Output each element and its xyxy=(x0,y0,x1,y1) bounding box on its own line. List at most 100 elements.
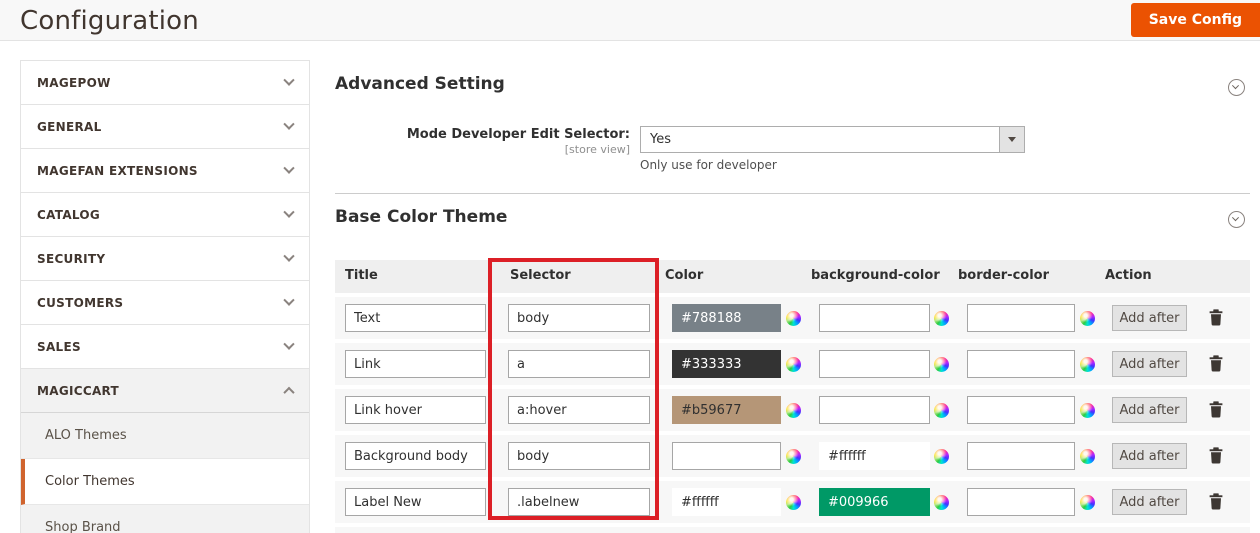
color-input[interactable] xyxy=(672,350,781,378)
main-content: Advanced Setting Mode Developer Edit Sel… xyxy=(335,60,1250,533)
color-input[interactable] xyxy=(672,488,781,516)
col-action: Action xyxy=(1105,268,1152,283)
sidebar-item-alo-themes[interactable]: ALO Themes xyxy=(21,413,309,459)
chevron-down-icon xyxy=(283,250,294,261)
color-picker-icon[interactable] xyxy=(1080,311,1095,326)
color-picker-icon[interactable] xyxy=(934,495,949,510)
title-input[interactable] xyxy=(345,442,486,470)
add-after-button[interactable]: Add after xyxy=(1112,397,1187,423)
color-input[interactable] xyxy=(672,442,781,470)
background-color-input[interactable] xyxy=(819,304,930,332)
sidebar-section-magepow[interactable]: MAGEPOW xyxy=(21,61,309,105)
trash-icon[interactable] xyxy=(1208,309,1224,326)
selector-input[interactable] xyxy=(508,396,650,424)
collapse-base-color-icon[interactable] xyxy=(1228,211,1245,228)
background-color-input[interactable] xyxy=(819,442,930,470)
border-color-input[interactable] xyxy=(967,442,1075,470)
background-color-input[interactable] xyxy=(819,350,930,378)
select-value: Yes xyxy=(650,132,671,147)
border-color-input[interactable] xyxy=(967,488,1075,516)
selector-input[interactable] xyxy=(508,442,650,470)
sidebar-section-label: MAGEFAN EXTENSIONS xyxy=(37,164,198,178)
sidebar-item-shop-brand[interactable]: Shop Brand xyxy=(21,505,309,533)
collapse-advanced-icon[interactable] xyxy=(1228,79,1245,96)
title-input[interactable] xyxy=(345,488,486,516)
color-picker-icon[interactable] xyxy=(1080,403,1095,418)
sidebar-item-color-themes[interactable]: Color Themes xyxy=(21,459,309,505)
trash-icon[interactable] xyxy=(1208,401,1224,418)
sidebar-item-label: Shop Brand xyxy=(45,520,121,533)
add-after-button[interactable]: Add after xyxy=(1112,443,1187,469)
col-title: Title xyxy=(345,268,378,283)
mode-developer-select[interactable]: Yes xyxy=(640,126,1025,153)
color-theme-rows: Add after Add after xyxy=(335,297,1250,533)
config-nav-sidebar: MAGEPOW GENERAL MAGEFAN EXTENSIONS CATALOG S… xyxy=(20,60,310,533)
title-input[interactable] xyxy=(345,304,486,332)
page-header: Configuration Save Config xyxy=(0,0,1260,41)
color-input[interactable] xyxy=(672,304,781,332)
border-color-input[interactable] xyxy=(967,304,1075,332)
sidebar-section-label: MAGEPOW xyxy=(37,76,111,90)
chevron-down-icon xyxy=(283,162,294,173)
save-config-button[interactable]: Save Config xyxy=(1131,3,1260,37)
trash-icon[interactable] xyxy=(1208,355,1224,372)
mode-developer-field-label: Mode Developer Edit Selector: [store vie… xyxy=(335,127,630,156)
color-picker-icon[interactable] xyxy=(786,357,801,372)
sidebar-section-security[interactable]: SECURITY xyxy=(21,237,309,281)
color-picker-icon[interactable] xyxy=(934,449,949,464)
sidebar-section-label: SALES xyxy=(37,340,81,354)
chevron-down-icon xyxy=(283,118,294,129)
configuration-page: Configuration Save Config MAGEPOW GENERAL… xyxy=(0,0,1260,533)
add-after-button[interactable]: Add after xyxy=(1112,351,1187,377)
background-color-input[interactable] xyxy=(819,396,930,424)
border-color-input[interactable] xyxy=(967,350,1075,378)
selector-input[interactable] xyxy=(508,304,650,332)
color-picker-icon[interactable] xyxy=(786,449,801,464)
color-picker-icon[interactable] xyxy=(786,311,801,326)
chevron-down-icon xyxy=(283,294,294,305)
color-picker-icon[interactable] xyxy=(1080,495,1095,510)
sidebar-section-catalog[interactable]: CATALOG xyxy=(21,193,309,237)
title-input[interactable] xyxy=(345,350,486,378)
sidebar-section-label: MAGICCART xyxy=(37,384,119,398)
chevron-up-icon xyxy=(283,386,294,397)
color-picker-icon[interactable] xyxy=(1080,449,1095,464)
developer-note: Only use for developer xyxy=(640,158,777,172)
sidebar-section-magefan-extensions[interactable]: MAGEFAN EXTENSIONS xyxy=(21,149,309,193)
table-row: Add after xyxy=(335,481,1250,523)
trash-icon[interactable] xyxy=(1208,493,1224,510)
sidebar-section-label: CATALOG xyxy=(37,208,100,222)
chevron-down-icon[interactable] xyxy=(999,127,1024,152)
col-background-color: background-color xyxy=(811,268,940,283)
chevron-down-icon xyxy=(283,74,294,85)
store-view-scope-label: [store view] xyxy=(335,143,630,156)
table-row: Add after xyxy=(335,297,1250,339)
sidebar-item-label: ALO Themes xyxy=(45,428,127,443)
color-input[interactable] xyxy=(672,396,781,424)
sidebar-section-general[interactable]: GENERAL xyxy=(21,105,309,149)
title-input[interactable] xyxy=(345,396,486,424)
add-after-button[interactable]: Add after xyxy=(1112,305,1187,331)
sidebar-section-customers[interactable]: CUSTOMERS xyxy=(21,281,309,325)
trash-icon[interactable] xyxy=(1208,447,1224,464)
selector-input[interactable] xyxy=(508,350,650,378)
color-picker-icon[interactable] xyxy=(934,357,949,372)
color-picker-icon[interactable] xyxy=(1080,357,1095,372)
sidebar-section-label: CUSTOMERS xyxy=(37,296,123,310)
base-color-theme-title: Base Color Theme xyxy=(335,207,507,227)
selector-input[interactable] xyxy=(508,488,650,516)
add-after-button[interactable]: Add after xyxy=(1112,489,1187,515)
color-picker-icon[interactable] xyxy=(786,495,801,510)
background-color-input[interactable] xyxy=(819,488,930,516)
color-picker-icon[interactable] xyxy=(934,311,949,326)
border-color-input[interactable] xyxy=(967,396,1075,424)
sidebar-section-magiccart[interactable]: MAGICCART xyxy=(21,369,309,413)
table-row: Add after xyxy=(335,343,1250,385)
sidebar-section-sales[interactable]: SALES xyxy=(21,325,309,369)
col-border-color: border-color xyxy=(958,268,1049,283)
table-row: Add after xyxy=(335,435,1250,477)
col-selector: Selector xyxy=(510,268,571,283)
color-picker-icon[interactable] xyxy=(786,403,801,418)
table-row: Add after xyxy=(335,527,1250,533)
color-picker-icon[interactable] xyxy=(934,403,949,418)
